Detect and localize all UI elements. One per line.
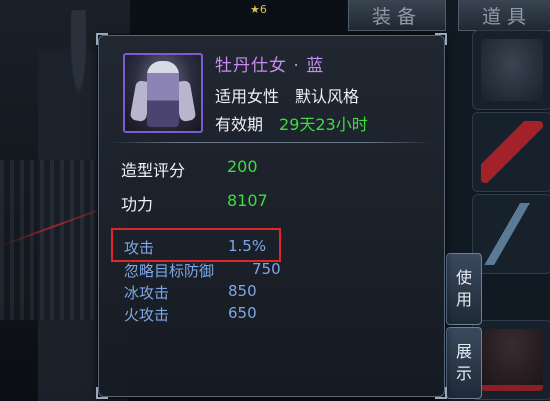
stat-label: 造型评分 [121,161,186,180]
show-button[interactable]: 展 示 [446,327,482,399]
frame-corner [435,33,447,45]
attr-label: 冰攻击 [124,284,170,302]
game-scene: 装备 道具 ★6 使 用 展 示 牡丹仕女 · 蓝 适用女性 默认风格 有效期 … [0,0,550,401]
show-button-char-2: 示 [455,364,472,383]
attr-row-ignore-defense: 忽略目标防御 750 [124,260,281,281]
item-title: 牡丹仕女 · 蓝 [215,56,325,76]
frame-corner [96,387,108,399]
tab-items[interactable]: 道具 [458,0,550,31]
inventory-item[interactable] [472,112,550,192]
armor-icon [481,329,543,391]
use-button-char-2: 用 [455,290,472,309]
suitable-value: 女性 [247,87,280,106]
suitable-line: 适用女性 默认风格 [215,83,359,107]
default-style: 默认风格 [295,87,360,106]
helmet-icon [481,39,543,101]
stat-value: 8107 [227,191,268,210]
validity-line: 有效期 29天23小时 [215,111,368,135]
inventory-item[interactable] [472,320,550,400]
stat-row-power: 功力 8107 [121,191,268,215]
inventory-item[interactable] [472,30,550,110]
suitable-label: 适用 [215,87,248,106]
tab-equip[interactable]: 装备 [348,0,446,31]
use-button-char-1: 使 [455,268,472,287]
costume-portrait [123,53,203,133]
stat-value: 200 [227,157,258,176]
stat-label: 功力 [121,195,154,214]
star-badge: ★6 [250,3,267,16]
costume-figure [147,61,179,127]
attr-value: 650 [228,304,257,322]
frame-corner [96,33,108,45]
frame-corner [435,387,447,399]
validity-value: 29天23小时 [279,115,368,134]
attr-label: 火攻击 [124,306,170,324]
staff-icon [481,203,543,265]
attr-row-fire-attack: 火攻击 650 [124,304,257,325]
item-tooltip: 牡丹仕女 · 蓝 适用女性 默认风格 有效期 29天23小时 造型评分 200 功力… [96,33,447,399]
attr-value: 750 [252,260,281,278]
attr-row-ice-attack: 冰攻击 850 [124,282,257,303]
attack-highlight-box [111,228,281,262]
show-button-char-1: 展 [455,342,472,361]
section-divider [109,142,434,143]
inventory-item[interactable] [472,194,550,274]
use-button[interactable]: 使 用 [446,253,482,325]
stat-row-style-score: 造型评分 200 [121,157,258,181]
dagger-icon [481,121,543,183]
validity-label: 有效期 [215,115,264,134]
attr-value: 850 [228,282,257,300]
attr-label: 忽略目标防御 [124,262,215,280]
